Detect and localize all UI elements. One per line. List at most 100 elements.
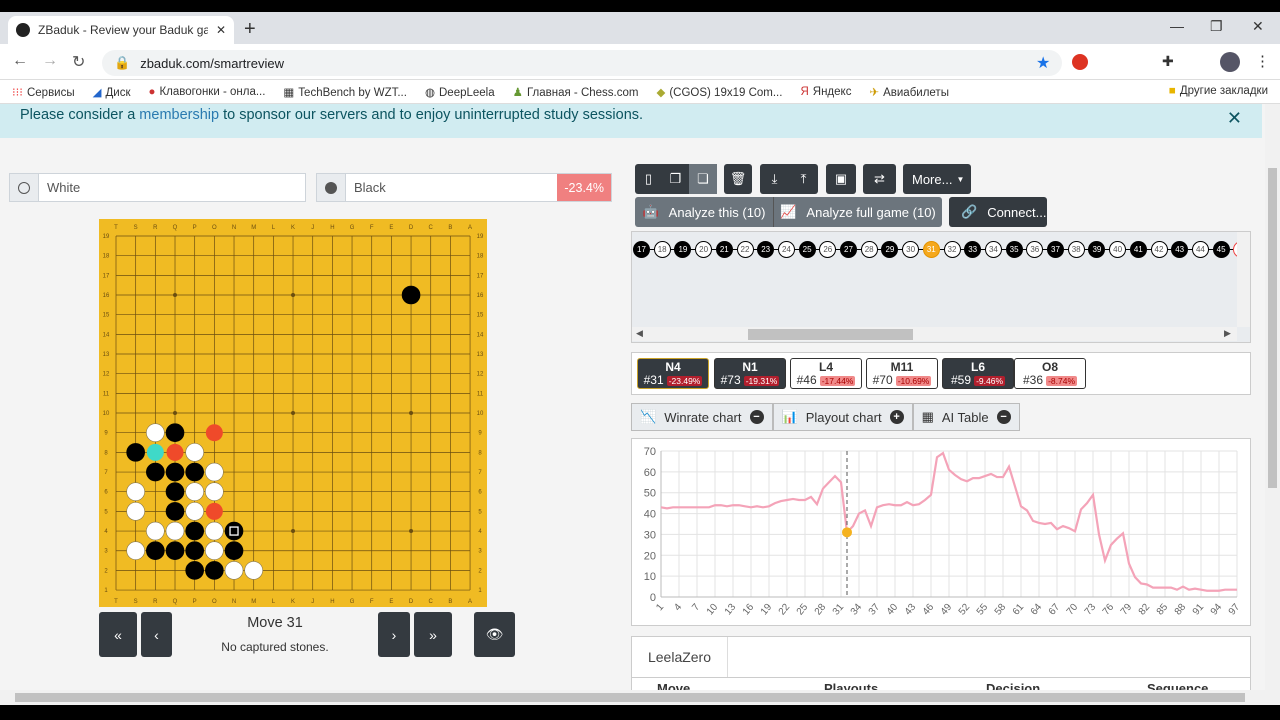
adblock-icon[interactable] (1072, 54, 1088, 70)
move-node[interactable]: 34 (984, 241, 1002, 258)
page-hscroll-thumb[interactable] (15, 693, 1245, 702)
profile-avatar[interactable] (1220, 52, 1240, 72)
more-dropdown[interactable]: More... ▼ (903, 164, 971, 194)
move-node[interactable]: 41 (1129, 241, 1147, 258)
delete-button[interactable]: 🗑 (724, 164, 752, 194)
save-button[interactable]: ▣ (826, 164, 856, 194)
move-node[interactable]: 44 (1191, 241, 1209, 258)
move-node[interactable]: 36 (1026, 241, 1044, 258)
prev-move-button[interactable]: ‹ (141, 612, 172, 657)
go-board[interactable]: TT19 19SS18 18RR17 17QQ16 16PP15 15OO14 14NN13… (99, 219, 487, 607)
menu-icon[interactable]: ⋮ (1255, 52, 1270, 70)
move-node[interactable]: 28 (860, 241, 878, 258)
minus-circle-icon[interactable]: − (749, 410, 764, 424)
suggestion-marker[interactable] (146, 443, 164, 461)
move-list-scrollbar[interactable] (632, 327, 1237, 341)
move-node[interactable]: 45 (1212, 241, 1230, 258)
move-node[interactable]: 30 (902, 241, 920, 258)
mistake-button[interactable]: N1 #73 -19.31% (714, 358, 786, 389)
move-list[interactable]: 17 18 19 20 21 22 23 24 25 26 27 28 29 30 31 32 33 34 35 36… (631, 231, 1251, 343)
move-node[interactable]: 17 (633, 241, 650, 258)
close-tab-icon[interactable]: ✕ (216, 23, 226, 37)
chart-tab[interactable]: ▦ AI Table − (912, 403, 1020, 431)
winrate-chart[interactable]: 0 10 20 30 40 50 60 70 1 4 7 10 13 16 19 22 25 28 31 34 37 40… (631, 438, 1251, 626)
move-node[interactable]: 26 (819, 241, 837, 258)
extensions-icon[interactable]: ✚ (1162, 53, 1174, 70)
move-node[interactable]: 29 (881, 241, 899, 258)
move-node[interactable]: 20 (695, 241, 713, 258)
move-node[interactable]: 21 (715, 241, 733, 258)
minimize-button[interactable]: — (1170, 18, 1184, 34)
scroll-right-icon[interactable]: ▶ (1224, 328, 1231, 339)
move-node[interactable]: 38 (1067, 241, 1085, 258)
move-node[interactable]: 25 (798, 241, 816, 258)
move-list-scroll-thumb[interactable] (748, 329, 913, 340)
copy-icon[interactable]: ❐ (662, 164, 689, 194)
move-node[interactable]: 24 (777, 241, 795, 258)
upload-icon[interactable]: ⤒ (789, 164, 818, 194)
move-node[interactable]: 18 (653, 241, 671, 258)
move-node[interactable]: 32 (943, 241, 961, 258)
bookmark-star-icon[interactable]: ★ (1036, 53, 1050, 73)
bookmark-item[interactable]: ▦ TechBench by WZT... (283, 85, 407, 99)
suggestion-marker[interactable] (205, 502, 223, 520)
move-node[interactable]: 22 (736, 241, 754, 258)
bookmark-item[interactable]: ◢ Диск (93, 85, 131, 99)
mistake-button[interactable]: M11 #70 -10.69% (866, 358, 938, 389)
move-node[interactable]: 43 (1171, 241, 1189, 258)
bookmark-item[interactable]: ◆ (CGOS) 19x19 Com... (656, 85, 782, 99)
first-move-button[interactable]: « (99, 612, 137, 657)
download-icon[interactable]: ⤓ (760, 164, 789, 194)
bookmark-item[interactable]: ♟ Главная - Chess.com (513, 85, 639, 99)
analyze-full-button[interactable]: 📈 Analyze full game (10) (774, 197, 942, 227)
suggestion-marker[interactable] (205, 424, 223, 442)
analyze-this-button[interactable]: 🤖 Analyze this (10) (635, 197, 774, 227)
move-node[interactable]: 23 (757, 241, 775, 258)
back-icon[interactable]: ← (12, 52, 28, 70)
bookmark-item[interactable]: ◍ DeepLeela (425, 85, 495, 99)
move-list-vscroll[interactable] (1237, 232, 1250, 327)
mistake-button[interactable]: O8 #36 -8.74% (1014, 358, 1086, 389)
next-move-button[interactable]: › (378, 612, 410, 657)
bookmark-item[interactable]: ✈ Авиабилеты (869, 85, 949, 99)
last-move-button[interactable]: » (414, 612, 452, 657)
bookmark-item[interactable]: Я Яндекс (800, 86, 851, 98)
tab-leelazero[interactable]: LeelaZero (632, 637, 728, 677)
suggestion-marker[interactable] (166, 443, 184, 461)
connect-button[interactable]: 🔗 Connect... (949, 197, 1047, 227)
move-node[interactable]: 35 (1005, 241, 1023, 258)
other-bookmarks[interactable]: ■ Другие закладки (1169, 85, 1268, 97)
close-window-button[interactable]: ✕ (1252, 18, 1264, 35)
chart-tab[interactable]: 📊 Playout chart + (772, 403, 913, 431)
winrate-chart-svg[interactable]: 0102030405060701 4 7 10 13 16 19 22 25 28 31 34 37 40… (632, 439, 1252, 627)
bookmark-item[interactable]: ● Клавогонки - онла... (148, 86, 265, 98)
maximize-button[interactable]: ❐ (1210, 18, 1223, 35)
white-player-field[interactable]: White (9, 173, 306, 202)
url-input[interactable]: 🔒 zbaduk.com/smartreview (102, 50, 1062, 76)
bookmark-item[interactable]: ⁝⁝⁝ Сервисы (12, 85, 75, 99)
new-file-icon[interactable]: ▯ (635, 164, 662, 194)
minus-circle-icon[interactable]: − (996, 410, 1011, 424)
plus-circle-icon[interactable]: + (889, 410, 904, 424)
move-node[interactable]: 37 (1047, 241, 1064, 258)
close-icon[interactable]: ✕ (1227, 108, 1242, 129)
membership-link[interactable]: membership (139, 107, 219, 123)
share-button[interactable]: ⇄ (863, 164, 896, 194)
toggle-view-button[interactable]: 👁 (474, 612, 515, 657)
move-node[interactable]: 19 (674, 241, 692, 258)
mistake-button[interactable]: L4 #46 -17.44% (790, 358, 862, 389)
current-move-point[interactable] (842, 527, 852, 538)
browser-tab[interactable]: ZBaduk - Review your Baduk gam ✕ (8, 16, 234, 44)
move-node[interactable]: 27 (840, 241, 857, 258)
paste-icon[interactable]: ❏ (689, 164, 717, 194)
page-vscroll-thumb[interactable] (1268, 168, 1277, 488)
mistake-button[interactable]: L6 #59 -9.46% (942, 358, 1014, 389)
mistake-button[interactable]: N4 #31 -23.49% (637, 358, 709, 389)
move-node[interactable]: 33 (964, 241, 982, 258)
black-player-field[interactable]: Black -23.4% (316, 173, 612, 202)
new-tab-button[interactable]: + (244, 18, 256, 41)
move-node[interactable]: 31 (922, 241, 940, 258)
forward-icon[interactable]: → (42, 52, 58, 70)
move-node[interactable]: 39 (1088, 241, 1106, 258)
move-node[interactable]: 40 (1109, 241, 1127, 258)
